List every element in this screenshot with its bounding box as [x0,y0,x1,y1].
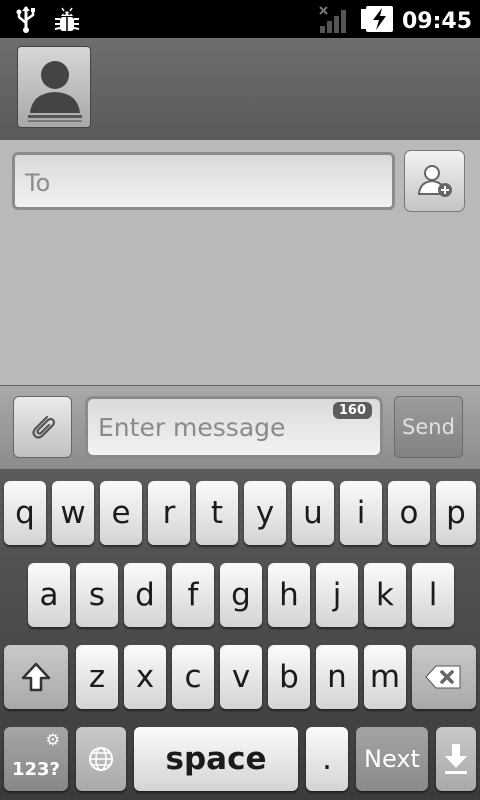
to-field[interactable]: To [12,152,395,210]
char-counter: 160 [332,402,372,419]
key-p[interactable]: p [436,481,476,545]
status-bar: 09:45 [0,0,480,38]
usb-icon [14,5,38,37]
key-d[interactable]: d [124,563,166,627]
key-y[interactable]: y [244,481,286,545]
key-k[interactable]: k [364,563,406,627]
key-o[interactable]: o [388,481,430,545]
key-f[interactable]: f [172,563,214,627]
contact-avatar[interactable] [17,46,91,128]
language-key[interactable] [76,727,126,791]
key-b[interactable]: b [268,645,310,709]
key-v[interactable]: v [220,645,262,709]
battery-charging-icon [360,4,394,38]
shift-icon [21,662,51,692]
symbols-key[interactable]: ⚙ 123? [4,727,68,791]
key-u[interactable]: u [292,481,334,545]
key-r[interactable]: r [148,481,190,545]
message-placeholder: Enter message [98,413,286,442]
period-key[interactable]: . [306,727,348,791]
hide-keyboard-icon [445,744,467,774]
gear-icon: ⚙ [45,730,60,749]
key-h[interactable]: h [268,563,310,627]
add-contact-icon [417,165,452,197]
recipients-area: To [0,140,480,385]
clock: 09:45 [401,8,472,34]
key-t[interactable]: t [196,481,238,545]
debug-bug-icon [52,4,82,38]
shift-key[interactable] [4,645,68,709]
key-x[interactable]: x [124,645,166,709]
send-button[interactable]: Send [394,396,463,458]
compose-bar: Enter message 160 Send [0,385,480,469]
key-w[interactable]: w [52,481,94,545]
key-z[interactable]: z [76,645,118,709]
paperclip-icon [31,415,55,439]
key-n[interactable]: n [316,645,358,709]
key-s[interactable]: s [76,563,118,627]
key-c[interactable]: c [172,645,214,709]
add-contact-button[interactable] [404,150,465,212]
backspace-icon [425,665,461,689]
delete-key[interactable] [412,645,476,709]
next-key[interactable]: Next [356,727,428,791]
key-j[interactable]: j [316,563,358,627]
key-m[interactable]: m [364,645,406,709]
key-q[interactable]: q [4,481,46,545]
message-input[interactable]: Enter message 160 [85,396,383,458]
contact-silhouette-icon [28,61,82,122]
key-l[interactable]: l [412,563,454,627]
signal-icon [318,4,352,38]
space-key[interactable]: space [134,727,298,791]
hide-keyboard-key[interactable] [436,727,476,791]
globe-icon [89,747,113,771]
attach-button[interactable] [13,396,72,458]
key-a[interactable]: a [28,563,70,627]
to-placeholder: To [25,169,51,197]
key-e[interactable]: e [100,481,142,545]
conversation-header [0,38,480,140]
key-g[interactable]: g [220,563,262,627]
key-i[interactable]: i [340,481,382,545]
soft-keyboard: q w e r t y u i o p a s d f g h j k l z … [0,469,480,800]
symbols-label: 123? [11,758,60,780]
